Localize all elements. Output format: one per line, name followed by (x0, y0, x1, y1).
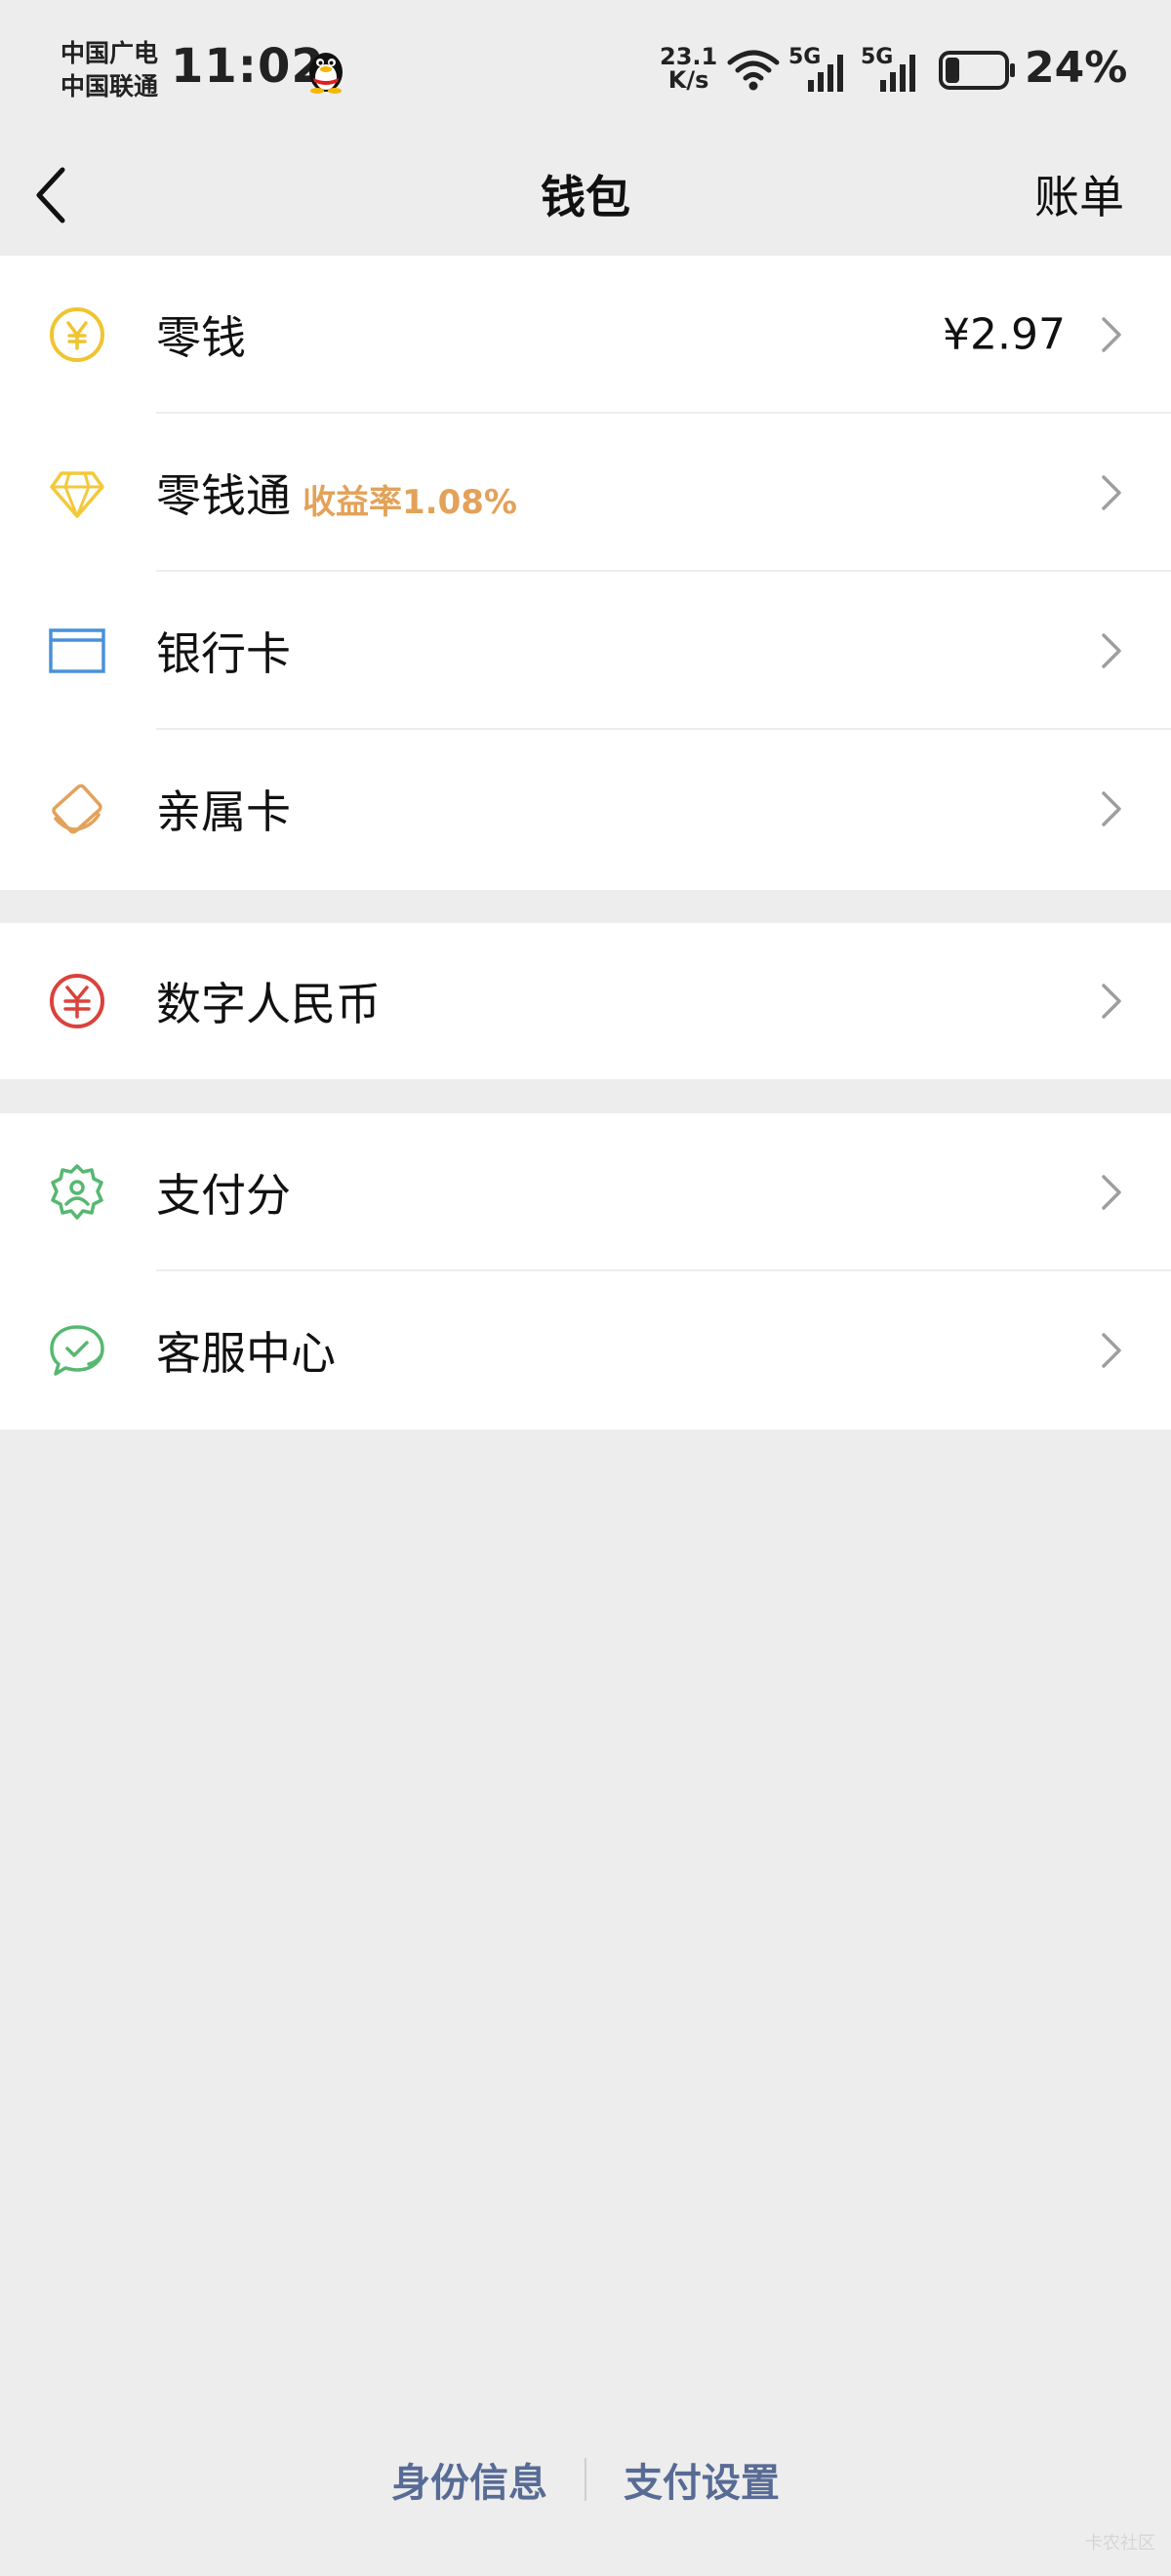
list-item-label: 支付分 (156, 1169, 291, 1222)
list-item-label-text: 零钱通 (156, 469, 291, 522)
cellular-signal-1: 5G (788, 45, 853, 94)
list-item-pay-score[interactable]: 支付分 (0, 1113, 1171, 1271)
wallet-group-services: 支付分 客服中心 (0, 1113, 1171, 1429)
list-item-bank-card[interactable]: 银行卡 (0, 572, 1171, 730)
carrier-1: 中国广电 (61, 39, 159, 67)
identity-info-link[interactable]: 身份信息 (391, 2461, 547, 2506)
list-item-label: 亲属卡 (156, 785, 291, 838)
chevron-right-icon (1102, 475, 1121, 510)
chevron-right-icon (1102, 1333, 1121, 1368)
qq-penguin-icon (309, 53, 343, 94)
signal-2-label: 5G (861, 45, 894, 69)
footer-divider (585, 2458, 586, 2501)
family-card-icon (52, 784, 102, 834)
list-item-label: 零钱通 收益率1.08% (156, 461, 517, 525)
chevron-right-icon (1102, 633, 1121, 668)
carrier-2: 中国联通 (61, 72, 159, 101)
wallet-group-digital-rmb: 数字人民币 (0, 923, 1171, 1079)
network-speed-value: 23.1 (660, 43, 718, 70)
network-speed-unit: K/s (667, 66, 709, 94)
customer-service-icon (50, 1325, 104, 1376)
diamond-icon (50, 471, 104, 518)
list-item-change-plus[interactable]: 零钱通 收益率1.08% (0, 414, 1171, 572)
carrier-names: 中国广电 中国联通 (61, 37, 158, 103)
list-item-label: 银行卡 (156, 627, 291, 680)
list-item-digital-rmb[interactable]: 数字人民币 (0, 923, 1171, 1079)
chevron-right-icon (1102, 317, 1121, 352)
list-item-label: 数字人民币 (156, 978, 381, 1030)
digital-rmb-icon (50, 974, 104, 1028)
list-item-label: 客服中心 (156, 1327, 336, 1380)
list-item-family-card[interactable]: 亲属卡 (0, 730, 1171, 888)
cellular-signal-2: 5G (861, 45, 925, 94)
chevron-right-icon (1102, 791, 1121, 826)
chevron-right-icon (1102, 1175, 1121, 1210)
yuan-coin-icon (50, 307, 104, 362)
yield-rate-tag: 收益率1.08% (303, 483, 517, 522)
chevron-right-icon (1102, 984, 1121, 1019)
nav-bar: 钱包 账单 (0, 137, 1171, 256)
wallet-group-primary: 零钱 ¥2.97 零钱通 收益率1.08% 银行卡 亲属卡 (0, 256, 1171, 890)
list-item-customer-service[interactable]: 客服中心 (0, 1271, 1171, 1429)
status-bar: 中国广电 中国联通 11:02 23.1 K/s 5G 5G 24% (0, 0, 1171, 137)
bank-card-icon (49, 628, 105, 673)
network-speed: 23.1 K/s (660, 45, 717, 92)
footer-links: 身份信息 支付设置 (0, 2451, 1171, 2508)
list-item-label: 零钱 (156, 311, 246, 364)
pay-score-icon (51, 1164, 103, 1220)
bill-button[interactable]: 账单 (1034, 162, 1124, 226)
wifi-icon (727, 50, 780, 91)
signal-1-label: 5G (788, 45, 822, 69)
battery-level-fill (946, 58, 959, 83)
battery-percent: 24% (1025, 43, 1128, 93)
watermark: 卡农社区 (1085, 2533, 1155, 2554)
status-time: 11:02 (171, 39, 325, 94)
page-title: 钱包 (541, 171, 630, 223)
payment-settings-link[interactable]: 支付设置 (624, 2461, 780, 2506)
balance-value: ¥2.97 (943, 309, 1066, 360)
list-item-change[interactable]: 零钱 ¥2.97 (0, 256, 1171, 414)
battery-icon (939, 51, 1015, 90)
